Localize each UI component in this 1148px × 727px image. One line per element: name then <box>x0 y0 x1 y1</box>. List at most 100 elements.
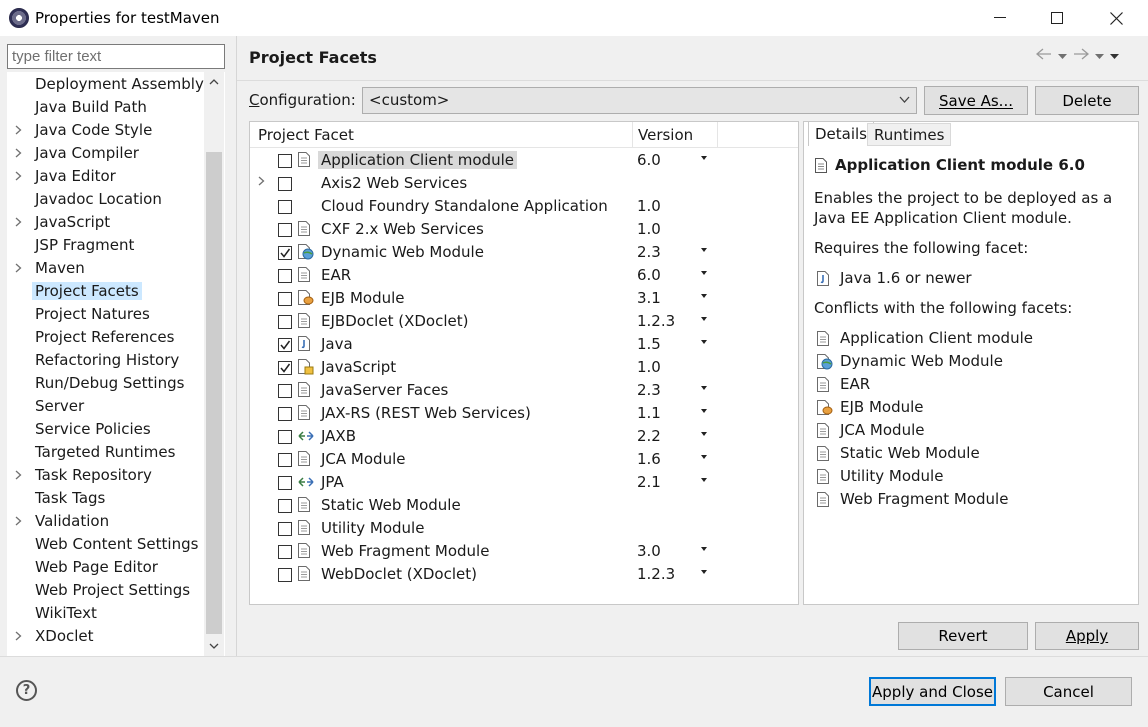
tree-item-web-project-settings[interactable]: Web Project Settings <box>7 578 207 601</box>
tree-item-project-references[interactable]: Project References <box>7 325 207 348</box>
facet-version[interactable]: 3.1 <box>637 289 661 307</box>
tree-scrollbar[interactable] <box>204 72 224 656</box>
tree-item-maven[interactable]: Maven <box>7 256 207 279</box>
tree-item-jsp-fragment[interactable]: JSP Fragment <box>7 233 207 256</box>
facet-row-static-web-module[interactable]: Static Web Module <box>250 494 798 517</box>
version-dropdown-icon[interactable] <box>701 337 707 347</box>
facet-checkbox[interactable] <box>278 476 292 490</box>
facet-row-cloud-foundry-standalone-application[interactable]: Cloud Foundry Standalone Application 1.0 <box>250 195 798 218</box>
forward-menu-chevron-icon[interactable] <box>1095 48 1104 64</box>
facet-row-jpa[interactable]: JPA 2.1 <box>250 471 798 494</box>
facet-version[interactable]: 6.0 <box>637 266 661 284</box>
tree-item-java-code-style[interactable]: Java Code Style <box>7 118 207 141</box>
version-dropdown-icon[interactable] <box>701 567 707 577</box>
facet-row-jca-module[interactable]: JCA Module 1.6 <box>250 448 798 471</box>
tree-item-web-content-settings[interactable]: Web Content Settings <box>7 532 207 555</box>
chevron-right-icon[interactable] <box>258 176 265 189</box>
facet-checkbox[interactable] <box>278 154 292 168</box>
version-dropdown-icon[interactable] <box>701 153 707 163</box>
tree-item-xdoclet[interactable]: XDoclet <box>7 624 207 647</box>
facet-checkbox[interactable] <box>278 384 292 398</box>
apply-button[interactable]: Apply <box>1035 622 1139 650</box>
close-button[interactable] <box>1088 0 1144 36</box>
tree-item-refactoring-history[interactable]: Refactoring History <box>7 348 207 371</box>
tree-item-project-facets[interactable]: Project Facets <box>7 279 207 302</box>
facet-version[interactable]: 1.1 <box>637 404 661 422</box>
tree-item-web-page-editor[interactable]: Web Page Editor <box>7 555 207 578</box>
minimize-button[interactable] <box>972 0 1028 36</box>
facet-row-axis2-web-services[interactable]: Axis2 Web Services <box>250 172 798 195</box>
chevron-right-icon[interactable] <box>15 263 25 273</box>
column-header-version[interactable]: Version <box>638 126 693 144</box>
facet-checkbox[interactable] <box>278 338 292 352</box>
version-dropdown-icon[interactable] <box>701 245 707 255</box>
facet-version[interactable]: 1.6 <box>637 450 661 468</box>
facet-version[interactable]: 2.1 <box>637 473 661 491</box>
facet-row-javaserver-faces[interactable]: JavaServer Faces 2.3 <box>250 379 798 402</box>
view-menu-chevron-icon[interactable] <box>1110 48 1119 64</box>
version-dropdown-icon[interactable] <box>701 475 707 485</box>
tree-item-javascript[interactable]: JavaScript <box>7 210 207 233</box>
tree-item-java-build-path[interactable]: Java Build Path <box>7 95 207 118</box>
delete-button[interactable]: Delete <box>1035 86 1139 115</box>
facet-row-cxf-2-x-web-services[interactable]: CXF 2.x Web Services 1.0 <box>250 218 798 241</box>
facet-checkbox[interactable] <box>278 200 292 214</box>
facet-row-utility-module[interactable]: Utility Module <box>250 517 798 540</box>
help-icon[interactable]: ? <box>16 680 37 701</box>
forward-arrow-icon[interactable] <box>1073 48 1090 64</box>
facet-checkbox[interactable] <box>278 522 292 536</box>
tree-item-project-natures[interactable]: Project Natures <box>7 302 207 325</box>
facet-row-java[interactable]: Java 1.5 <box>250 333 798 356</box>
facet-checkbox[interactable] <box>278 223 292 237</box>
facet-row-web-fragment-module[interactable]: Web Fragment Module 3.0 <box>250 540 798 563</box>
maximize-button[interactable] <box>1029 0 1085 36</box>
scrollbar-thumb[interactable] <box>206 152 222 634</box>
tree-item-run-debug-settings[interactable]: Run/Debug Settings <box>7 371 207 394</box>
filter-input[interactable] <box>7 44 225 69</box>
tree-item-service-policies[interactable]: Service Policies <box>7 417 207 440</box>
tree-item-deployment-assembly[interactable]: Deployment Assembly <box>7 72 207 95</box>
facet-checkbox[interactable] <box>278 453 292 467</box>
facet-row-jax-rs-rest-web-services[interactable]: JAX-RS (REST Web Services) 1.1 <box>250 402 798 425</box>
chevron-right-icon[interactable] <box>15 148 25 158</box>
facet-version[interactable]: 1.2.3 <box>637 565 675 583</box>
version-dropdown-icon[interactable] <box>701 452 707 462</box>
version-dropdown-icon[interactable] <box>701 544 707 554</box>
version-dropdown-icon[interactable] <box>701 291 707 301</box>
version-dropdown-icon[interactable] <box>701 314 707 324</box>
scroll-down-arrow-icon[interactable] <box>204 636 224 656</box>
facet-version[interactable]: 6.0 <box>637 151 661 169</box>
facet-version[interactable]: 2.3 <box>637 243 661 261</box>
facet-row-webdoclet-xdoclet[interactable]: WebDoclet (XDoclet) 1.2.3 <box>250 563 798 586</box>
tree-item-java-editor[interactable]: Java Editor <box>7 164 207 187</box>
chevron-right-icon[interactable] <box>15 516 25 526</box>
pane-divider[interactable] <box>236 36 237 656</box>
facet-checkbox[interactable] <box>278 499 292 513</box>
facet-row-application-client-module[interactable]: Application Client module 6.0 <box>250 149 798 172</box>
tree-item-task-repository[interactable]: Task Repository <box>7 463 207 486</box>
facet-checkbox[interactable] <box>278 407 292 421</box>
scroll-up-arrow-icon[interactable] <box>204 72 224 92</box>
facet-checkbox[interactable] <box>278 545 292 559</box>
facet-version[interactable]: 2.3 <box>637 381 661 399</box>
tree-item-javadoc-location[interactable]: Javadoc Location <box>7 187 207 210</box>
facet-row-dynamic-web-module[interactable]: Dynamic Web Module 2.3 <box>250 241 798 264</box>
chevron-right-icon[interactable] <box>15 217 25 227</box>
facet-row-ear[interactable]: EAR 6.0 <box>250 264 798 287</box>
version-dropdown-icon[interactable] <box>701 268 707 278</box>
chevron-right-icon[interactable] <box>15 470 25 480</box>
facet-checkbox[interactable] <box>278 430 292 444</box>
tree-item-wikitext[interactable]: WikiText <box>7 601 207 624</box>
back-arrow-icon[interactable] <box>1035 48 1052 64</box>
facet-row-javascript[interactable]: JavaScript 1.0 <box>250 356 798 379</box>
facet-checkbox[interactable] <box>278 292 292 306</box>
tree-item-task-tags[interactable]: Task Tags <box>7 486 207 509</box>
facet-checkbox[interactable] <box>278 246 292 260</box>
version-dropdown-icon[interactable] <box>701 383 707 393</box>
facet-version[interactable]: 1.5 <box>637 335 661 353</box>
tab-details[interactable]: Details <box>808 121 875 146</box>
apply-and-close-button[interactable]: Apply and Close <box>869 677 996 706</box>
facet-checkbox[interactable] <box>278 315 292 329</box>
tab-runtimes[interactable]: Runtimes <box>867 123 952 146</box>
save-as-button[interactable]: Save As... <box>924 86 1028 115</box>
